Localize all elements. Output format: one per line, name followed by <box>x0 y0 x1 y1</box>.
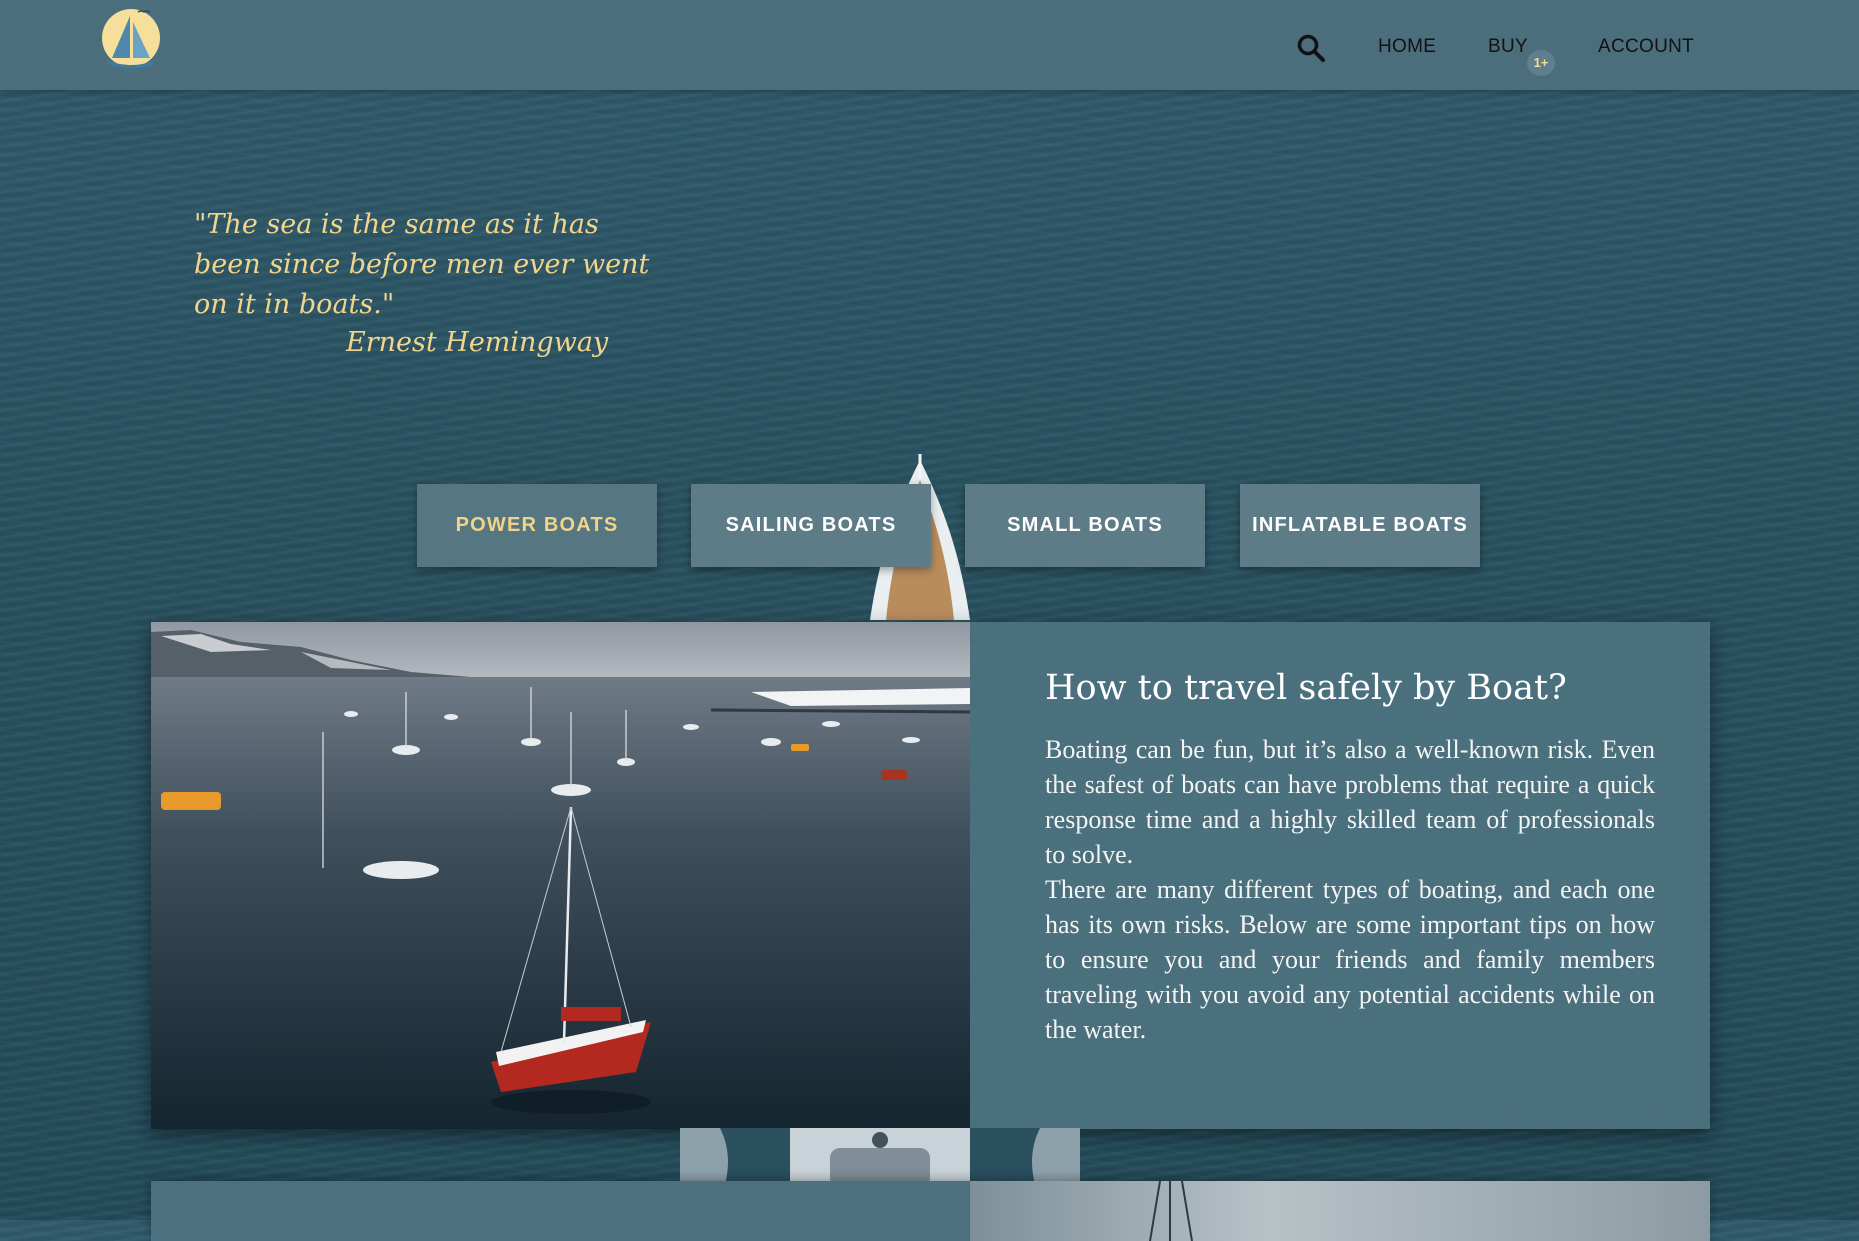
svg-text:BOATS: BOATS <box>124 68 138 73</box>
article-text-panel: How to travel safely by Boat? Boating ca… <box>970 622 1710 1129</box>
article-card: How to travel safely by Boat? Boating ca… <box>151 622 1710 1129</box>
nav-buy-link[interactable]: BUY <box>1488 36 1528 58</box>
harbor-photo <box>151 622 970 1129</box>
article-title: How to travel safely by Boat? <box>1045 668 1567 708</box>
category-small-boats-button[interactable]: SMALL BOATS <box>965 484 1205 567</box>
sailboat-logo-icon[interactable]: BOATS <box>100 8 162 74</box>
nav-home-link[interactable]: HOME <box>1378 36 1436 58</box>
category-inflatable-boats-button[interactable]: INFLATABLE BOATS <box>1240 484 1480 567</box>
article-paragraph: Boating can be fun, but it’s also a well… <box>1045 735 1655 869</box>
hero-quote: "The sea is the same as it has been sinc… <box>194 209 650 320</box>
next-article-card <box>151 1181 1710 1241</box>
next-article-text-panel <box>151 1181 970 1241</box>
category-sailing-boats-button[interactable]: SAILING BOATS <box>691 484 931 567</box>
next-article-photo <box>970 1181 1710 1241</box>
nav-account-link[interactable]: ACCOUNT <box>1598 36 1694 58</box>
category-power-boats-button[interactable]: POWER BOATS <box>417 484 657 567</box>
search-icon[interactable] <box>1296 33 1326 63</box>
article-paragraph: There are many different types of boatin… <box>1045 875 1655 1044</box>
article-body: Boating can be fun, but it’s also a well… <box>1045 732 1655 1047</box>
cart-count-badge: 1+ <box>1527 50 1555 76</box>
top-navbar: BOATS HOME BUY 1+ ACCOUNT <box>0 0 1859 90</box>
quote-author: Ernest Hemingway <box>346 327 609 358</box>
